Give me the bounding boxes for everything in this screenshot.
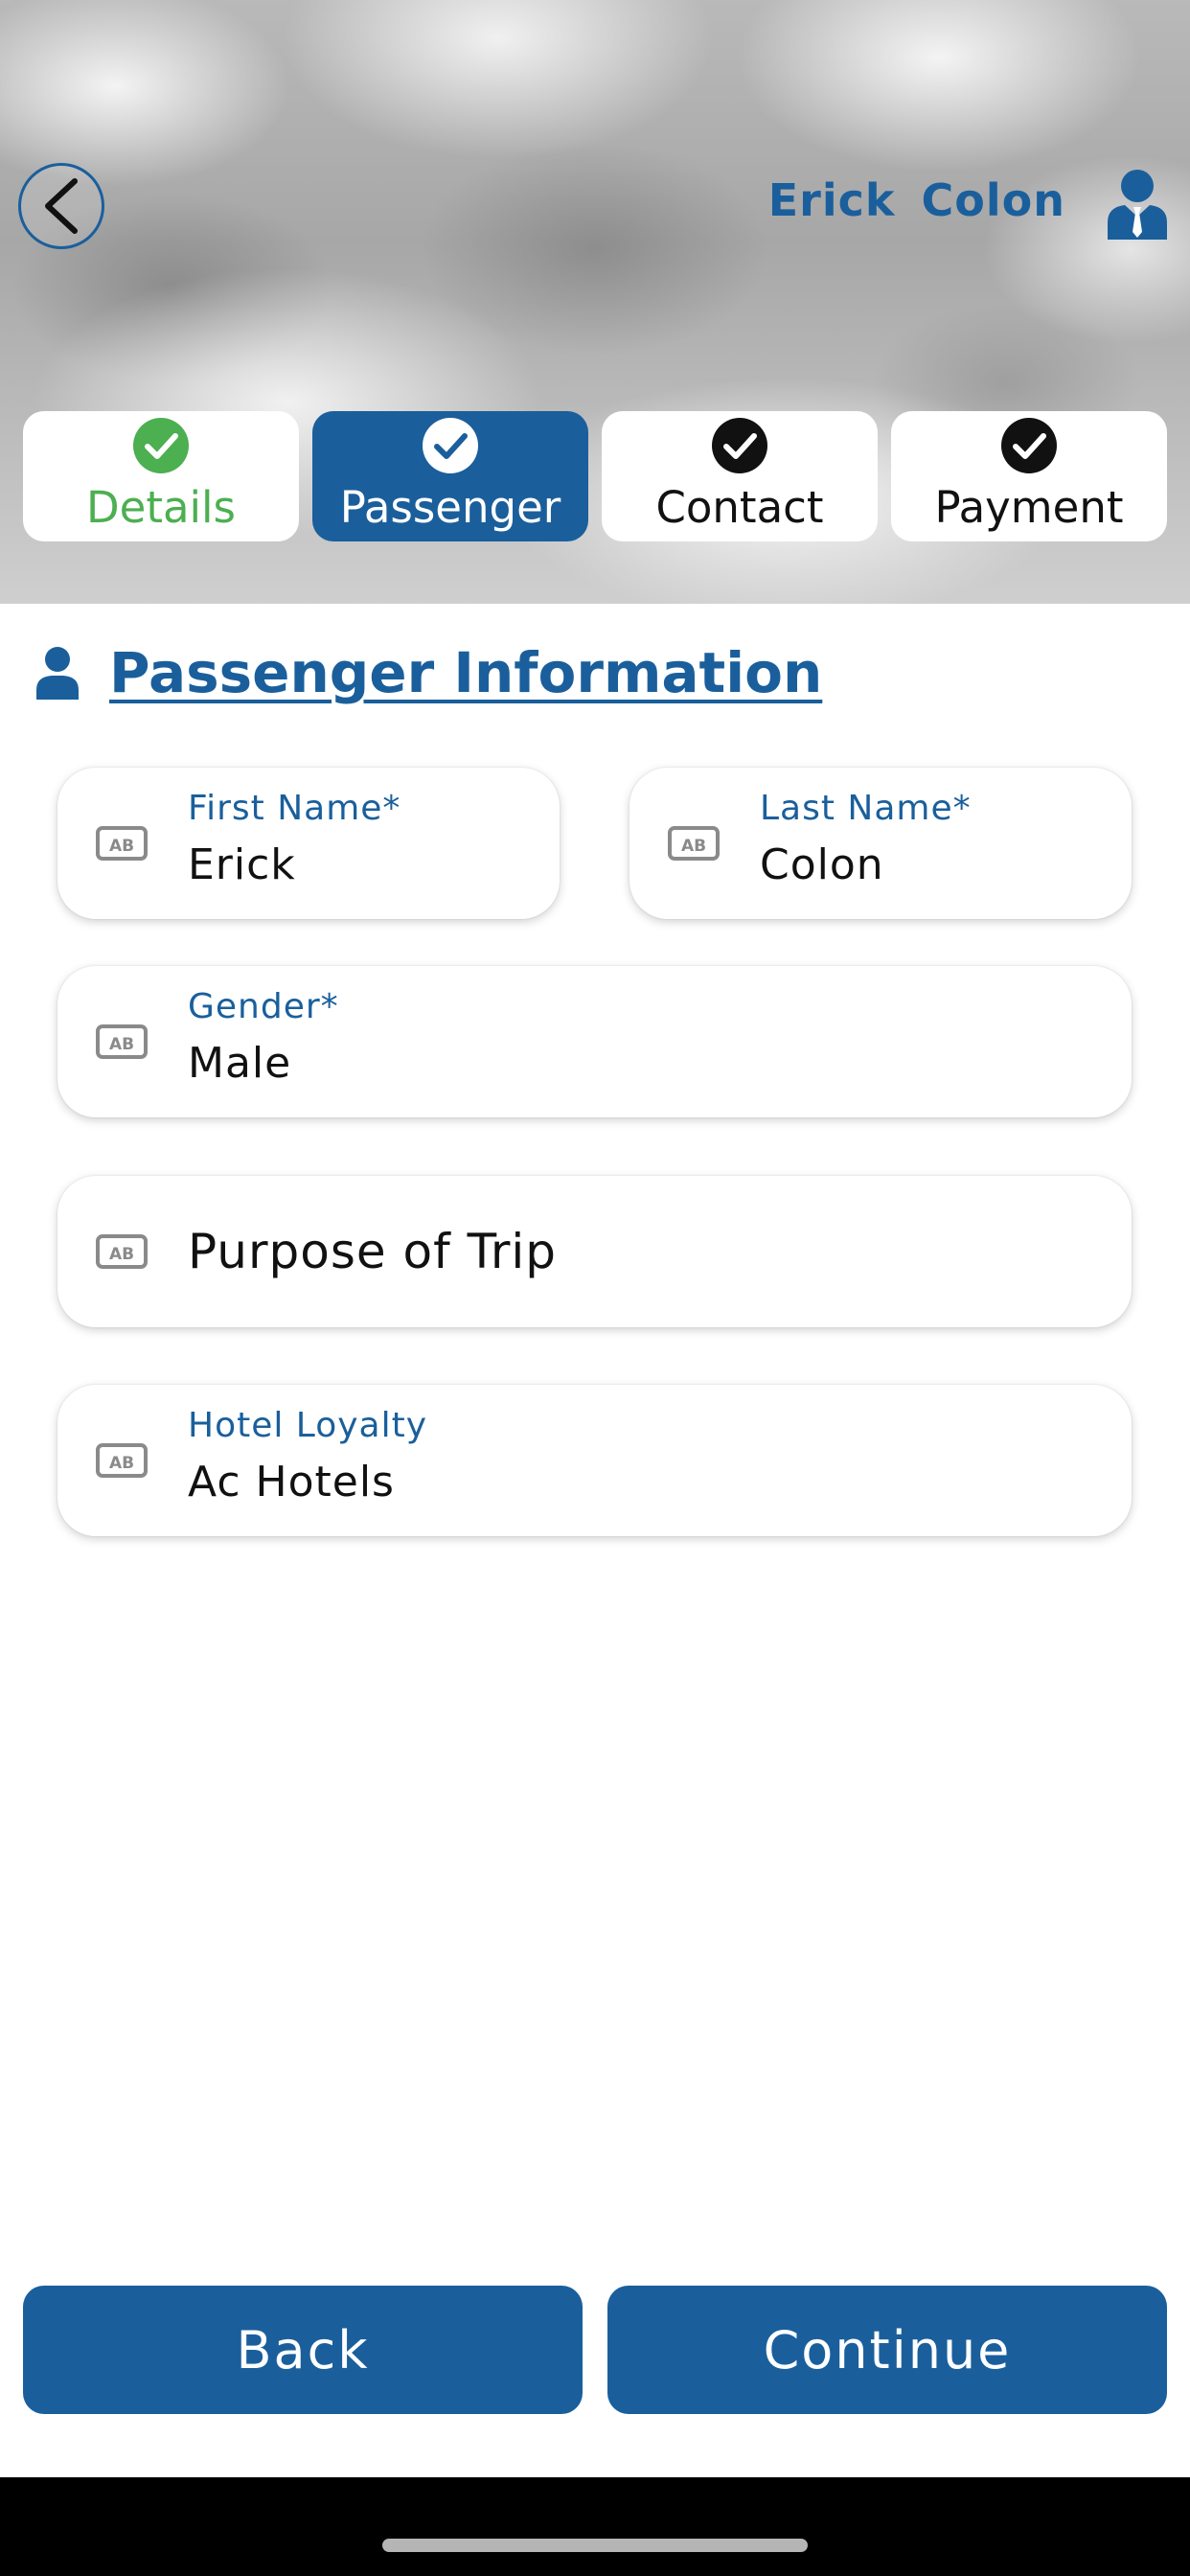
first-name-value[interactable]: Erick [188,840,296,889]
step-label: Contact [655,482,824,533]
step-label: Payment [934,482,1124,533]
check-circle-icon [133,418,189,473]
section-title-text: Passenger Information [109,640,823,705]
user-first-name: Erick [767,174,896,226]
last-name-field[interactable]: AB Last Name* Colon [629,768,1132,919]
svg-text:AB: AB [681,837,706,856]
ab-text-icon: AB [96,1234,148,1269]
continue-button[interactable]: Continue [607,2286,1167,2414]
svg-text:AB: AB [109,1245,134,1264]
business-person-icon[interactable] [1104,169,1171,240]
header-hero: Erick Colon Details Passenger Contact Pa… [0,0,1190,604]
step-label: Passenger [339,482,561,533]
hotel-loyalty-label: Hotel Loyalty [188,1406,428,1445]
hotel-loyalty-value[interactable]: Ac Hotels [188,1458,395,1506]
step-payment[interactable]: Payment [891,411,1167,541]
step-passenger[interactable]: Passenger [312,411,588,541]
svg-text:AB: AB [109,1454,134,1473]
check-circle-icon [712,418,767,473]
ab-text-icon: AB [96,1024,148,1059]
back-nav-button[interactable] [18,163,104,249]
step-contact[interactable]: Contact [602,411,878,541]
check-circle-icon [1001,418,1057,473]
ab-text-icon: AB [96,826,148,861]
user-name: Erick Colon [768,174,1065,226]
person-icon [36,647,79,700]
first-name-field[interactable]: AB First Name* Erick [57,768,560,919]
step-label: Details [85,482,236,533]
last-name-label: Last Name* [760,789,972,828]
gender-value[interactable]: Male [188,1039,291,1088]
hotel-loyalty-field[interactable]: AB Hotel Loyalty Ac Hotels [57,1385,1132,1536]
last-name-value[interactable]: Colon [760,840,884,889]
svg-text:AB: AB [109,1035,134,1054]
purpose-of-trip-placeholder[interactable]: Purpose of Trip [188,1224,557,1279]
home-indicator-area [0,2477,1190,2576]
svg-text:AB: AB [109,837,134,856]
home-indicator[interactable] [382,2539,808,2552]
ab-text-icon: AB [96,1443,148,1478]
check-circle-icon [423,418,478,473]
progress-stepper: Details Passenger Contact Payment [23,411,1167,541]
gender-field[interactable]: AB Gender* Male [57,966,1132,1117]
gender-label: Gender* [188,987,339,1026]
first-name-label: First Name* [188,789,401,828]
back-button[interactable]: Back [23,2286,583,2414]
step-details[interactable]: Details [23,411,299,541]
purpose-of-trip-field[interactable]: AB Purpose of Trip [57,1176,1132,1327]
user-last-name: Colon [921,174,1065,226]
ab-text-icon: AB [668,826,720,861]
section-title: Passenger Information [34,640,822,705]
chevron-left-icon [45,178,78,234]
